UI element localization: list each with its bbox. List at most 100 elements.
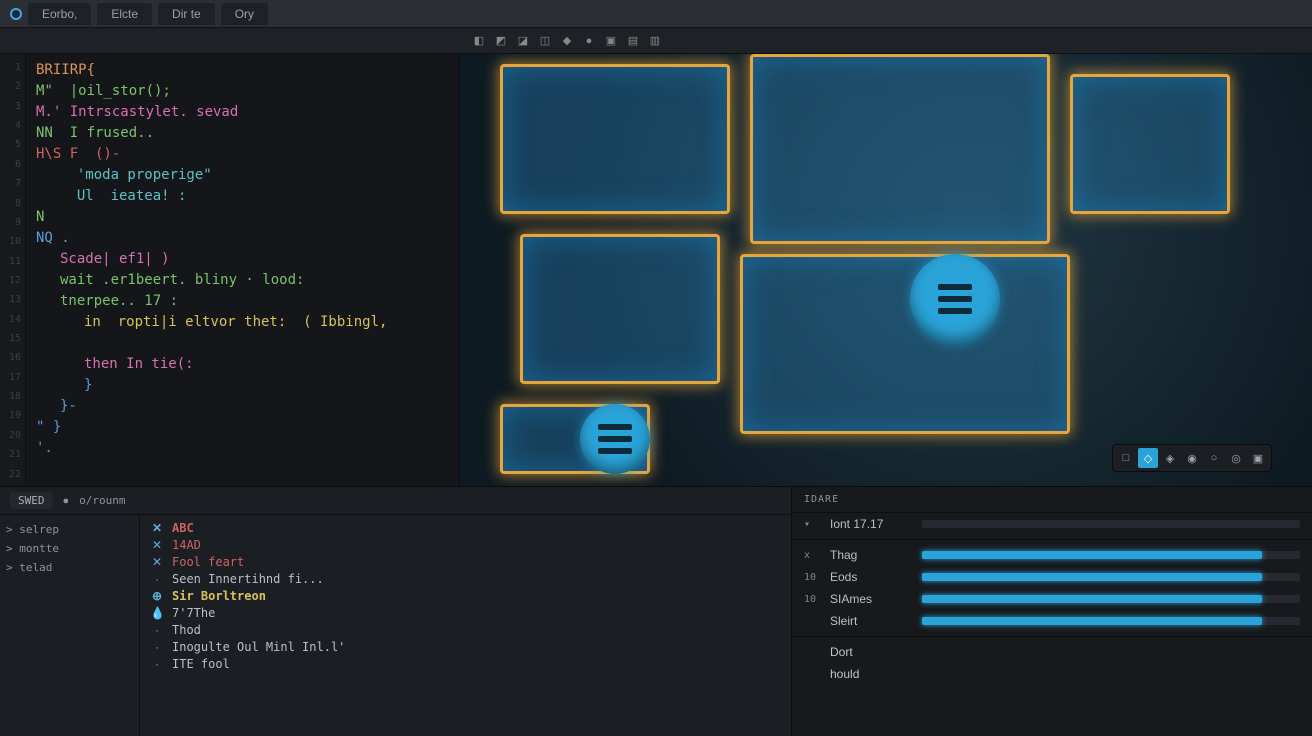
panel-title[interactable]: Iont 17.17 — [830, 517, 910, 531]
asset-row-label: Thod — [172, 623, 201, 637]
tool-icon-9[interactable]: ▥ — [646, 32, 664, 50]
viewport-cell[interactable] — [750, 54, 1050, 244]
tab-1[interactable]: Eorbo, — [28, 3, 91, 25]
viewport-cell[interactable] — [520, 234, 720, 384]
tool-icon-7[interactable]: ▣ — [602, 32, 620, 50]
tab-3[interactable]: Dir te — [158, 3, 215, 25]
code-line[interactable]: NQ . — [36, 228, 451, 249]
asset-list-row[interactable]: 💧7'7The — [150, 606, 781, 620]
asset-list-row[interactable]: ⊕Sir Borltreon — [150, 589, 781, 603]
tool-icon-2[interactable]: ◩ — [492, 32, 510, 50]
asset-list-row[interactable]: ✕ Fool feart — [150, 555, 781, 569]
asset-row-label: Seen Innertihnd fi... — [172, 572, 324, 586]
asset-tree-item[interactable]: > montte — [6, 542, 133, 555]
viewport-3d[interactable]: □ ◇ ◈ ◉ ○ ◎ ▣ — [460, 54, 1312, 486]
asset-list-row[interactable]: ✕14AD — [150, 538, 781, 552]
code-line[interactable]: }- — [36, 396, 451, 417]
asset-tree-item[interactable]: > telad — [6, 561, 133, 574]
viewport-tool-4[interactable]: ◉ — [1182, 448, 1202, 468]
track-bar[interactable] — [922, 551, 1300, 559]
code-line[interactable]: N — [36, 207, 451, 228]
asset-row-label: Fool feart — [172, 555, 244, 569]
code-line[interactable]: BRIIRP{ — [36, 60, 451, 81]
viewport-toolbar: □ ◇ ◈ ◉ ○ ◎ ▣ — [1112, 444, 1272, 472]
viewport-node-icon[interactable] — [910, 254, 1000, 344]
asset-row-icon: · — [150, 623, 164, 637]
asset-row-icon: ✕ — [150, 555, 164, 569]
viewport-wrap: □ ◇ ◈ ◉ ○ ◎ ▣ — [460, 54, 1312, 486]
asset-list[interactable]: ✕ABC✕14AD✕Fool feart·Seen Innertihnd fi.… — [140, 515, 791, 736]
viewport-tool-2[interactable]: ◇ — [1138, 448, 1158, 468]
dot-icon: ● — [63, 495, 70, 507]
panel-key-icon: ▾ — [804, 519, 818, 530]
asset-list-row[interactable]: ✕ABC — [150, 521, 781, 535]
code-line[interactable]: NN I frused.. — [36, 123, 451, 144]
code-line[interactable]: 'moda properige" — [36, 165, 451, 186]
tool-icon-6[interactable]: ● — [580, 32, 598, 50]
code-line[interactable]: tnerpee.. 17 : — [36, 291, 451, 312]
viewport-tool-5[interactable]: ○ — [1204, 448, 1224, 468]
asset-breadcrumb[interactable]: o/rounm — [79, 494, 125, 507]
tab-2[interactable]: Elcte — [97, 3, 152, 25]
track-bar[interactable] — [922, 595, 1300, 603]
code-line[interactable]: '. — [36, 438, 451, 459]
code-editor[interactable]: 12345678910111213141516171819202122 BRII… — [0, 54, 460, 486]
track-label: Thag — [830, 548, 910, 562]
track-row[interactable]: Sleirt — [792, 610, 1312, 632]
viewport-tool-7[interactable]: ▣ — [1248, 448, 1268, 468]
viewport-cell[interactable] — [1070, 74, 1230, 214]
code-line[interactable]: wait .er1beert. bliny · lood: — [36, 270, 451, 291]
viewport-cell[interactable] — [500, 64, 730, 214]
tool-icon-5[interactable]: ◆ — [558, 32, 576, 50]
code-line[interactable]: H\S F ()- — [36, 144, 451, 165]
asset-row-icon: ⊕ — [150, 589, 164, 603]
track-bar[interactable] — [922, 573, 1300, 581]
code-line[interactable]: then In tie(: — [36, 354, 451, 375]
asset-list-row[interactable]: ·Inogulte Oul Minl Inl.l' — [150, 640, 781, 654]
code-line[interactable]: } — [36, 375, 451, 396]
code-line[interactable]: M" |oil_stor(); — [36, 81, 451, 102]
track-key: 10 — [804, 572, 818, 583]
code-line[interactable] — [36, 333, 451, 354]
track-label: Eods — [830, 570, 910, 584]
panel-header-label: IDARE — [792, 487, 1312, 513]
asset-row-label: Inogulte Oul Minl Inl.l' — [172, 640, 345, 654]
viewport-tool-6[interactable]: ◎ — [1226, 448, 1246, 468]
title-bar: Eorbo, Elcte Dir te Ory — [0, 0, 1312, 28]
divider — [792, 636, 1312, 637]
code-line[interactable]: " } — [36, 417, 451, 438]
viewport-tool-3[interactable]: ◈ — [1160, 448, 1180, 468]
code-line[interactable]: Ul ieatea! : — [36, 186, 451, 207]
code-line[interactable]: M.' Intrscastylet. sevad — [36, 102, 451, 123]
code-line[interactable]: Scade| ef1| ) — [36, 249, 451, 270]
track-key: 10 — [804, 594, 818, 605]
asset-tree-item[interactable]: > selrep — [6, 523, 133, 536]
tool-icon-8[interactable]: ▤ — [624, 32, 642, 50]
track-bar[interactable] — [922, 617, 1300, 625]
code-line[interactable]: in ropti|i eltvor thet: ( Ibbingl, — [36, 312, 451, 333]
asset-header: SWED ● o/rounm — [0, 487, 791, 515]
tab-4[interactable]: Ory — [221, 3, 268, 25]
asset-tree[interactable]: > selrep > montte > telad — [0, 515, 140, 736]
track-row[interactable]: 10SIAmes — [792, 588, 1312, 610]
track-row[interactable]: 10 Eods — [792, 566, 1312, 588]
tool-icon-1[interactable]: ◧ — [470, 32, 488, 50]
asset-list-row[interactable]: ·ITE fool — [150, 657, 781, 671]
viewport-tool-1[interactable]: □ — [1116, 448, 1136, 468]
panel-sub-row[interactable]: hould — [792, 663, 1312, 685]
panel-title-bar[interactable] — [922, 520, 1300, 528]
asset-browser: SWED ● o/rounm > selrep > montte > telad ✕… — [0, 487, 792, 736]
asset-row-label: ABC — [172, 521, 194, 535]
panel-sub-row[interactable]: Dort — [792, 641, 1312, 663]
asset-list-row[interactable]: ·Seen Innertihnd fi... — [150, 572, 781, 586]
asset-row-icon: ✕ — [150, 538, 164, 552]
code-area[interactable]: BRIIRP{M" |oil_stor();M.' Intrscastylet.… — [26, 54, 459, 486]
line-gutter: 12345678910111213141516171819202122 — [0, 54, 26, 486]
viewport-node-icon[interactable] — [580, 404, 650, 474]
tool-icon-4[interactable]: ◫ — [536, 32, 554, 50]
viewport-cell[interactable] — [740, 254, 1070, 434]
asset-list-row[interactable]: · Thod — [150, 623, 781, 637]
asset-header-label[interactable]: SWED — [10, 492, 53, 509]
tool-icon-3[interactable]: ◪ — [514, 32, 532, 50]
track-row[interactable]: xThag — [792, 544, 1312, 566]
